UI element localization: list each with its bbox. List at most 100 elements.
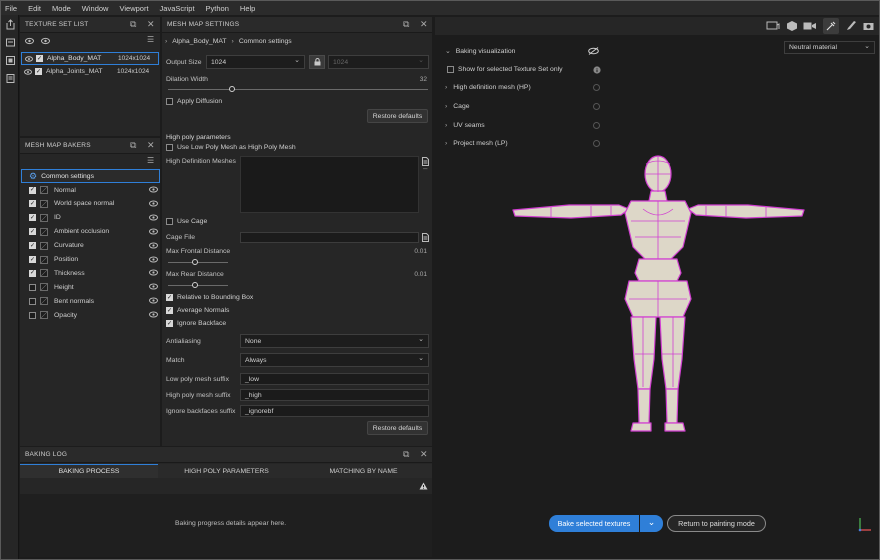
menu-window[interactable]: Window — [82, 4, 109, 13]
max-frontal-distance-value[interactable]: 0.01 — [401, 248, 427, 255]
relative-to-bbox-option[interactable]: ✓ Relative to Bounding Box — [166, 294, 253, 301]
file-icon[interactable] — [422, 233, 429, 242]
radio-icon[interactable] — [593, 140, 600, 147]
radio-icon[interactable] — [593, 122, 600, 129]
undock-icon[interactable]: ⧉ — [130, 19, 137, 30]
bake-options-dropdown[interactable]: ⌄ — [640, 515, 663, 532]
eye-icon[interactable] — [25, 56, 33, 62]
eye-icon[interactable] — [149, 228, 158, 235]
antialiasing-select[interactable]: None ⌄ — [240, 334, 429, 348]
material-select[interactable]: Neutral material ⌄ — [784, 41, 875, 54]
undock-icon[interactable]: ⧉ — [403, 19, 410, 30]
tab-baking-process[interactable]: BAKING PROCESS — [20, 464, 158, 478]
menu-file[interactable]: File — [5, 4, 17, 13]
cage-section[interactable]: › Cage — [445, 103, 470, 110]
radio-icon[interactable] — [593, 84, 600, 91]
brush-icon[interactable] — [846, 20, 857, 31]
menu-viewport[interactable]: Viewport — [119, 4, 148, 13]
restore-defaults-button[interactable]: Restore defaults — [367, 109, 428, 123]
return-to-painting-button[interactable]: Return to painting mode — [667, 515, 766, 532]
checkbox[interactable] — [166, 98, 173, 105]
checkbox[interactable]: ✓ — [166, 294, 173, 301]
radio-icon[interactable] — [593, 103, 600, 110]
lock-button[interactable] — [309, 55, 325, 69]
ignore-backfaces-suffix-field[interactable]: _ignorebf — [240, 405, 429, 417]
shelf-icon[interactable] — [1, 33, 19, 51]
eye-icon[interactable] — [149, 186, 158, 193]
match-select[interactable]: Always ⌄ — [240, 353, 429, 367]
checkbox[interactable]: ✓ — [166, 320, 173, 327]
uv-seams-section[interactable]: › UV seams — [445, 122, 485, 129]
max-rear-distance-value[interactable]: 0.01 — [401, 271, 427, 278]
menu-javascript[interactable]: JavaScript — [160, 4, 195, 13]
close-icon[interactable]: ✕ — [147, 19, 155, 30]
max-rear-distance-slider[interactable] — [168, 285, 228, 286]
layers-icon[interactable] — [1, 51, 19, 69]
dilation-width-slider[interactable] — [168, 89, 428, 90]
baker-item-opacity[interactable]: Opacity — [22, 308, 161, 322]
output-size-select[interactable]: 1024 ⌄ — [206, 55, 305, 69]
eye-icon[interactable] — [149, 297, 158, 304]
eye-icon[interactable] — [149, 214, 158, 221]
apply-diffusion-option[interactable]: Apply Diffusion — [166, 98, 222, 105]
mannequin-model[interactable] — [511, 149, 806, 434]
warning-icon[interactable] — [419, 482, 428, 490]
close-icon[interactable]: ✕ — [420, 19, 428, 30]
checkbox[interactable]: ✓ — [29, 186, 36, 194]
info-icon[interactable] — [593, 66, 601, 74]
baker-item-ambient-occlusion[interactable]: ✓ Ambient occlusion — [22, 225, 161, 239]
restore-defaults-button-2[interactable]: Restore defaults — [367, 421, 428, 435]
eye-icon[interactable] — [149, 283, 158, 290]
baker-item-bent-normals[interactable]: Bent normals — [22, 294, 161, 308]
checkbox[interactable]: ✓ — [36, 55, 43, 62]
ignore-backface-option[interactable]: ✓ Ignore Backface — [166, 320, 226, 327]
output-size-locked-select[interactable]: 1024 ⌄ — [328, 55, 429, 69]
common-settings-item[interactable]: ⚙ Common settings — [21, 169, 160, 183]
menu-help[interactable]: Help — [240, 4, 255, 13]
breadcrumb-item[interactable]: Alpha_Body_MAT — [172, 38, 226, 45]
high-poly-suffix-field[interactable]: _high — [240, 389, 429, 401]
hd-meshes-list[interactable] — [240, 156, 419, 213]
high-definition-mesh-section[interactable]: › High definition mesh (HP) — [445, 84, 531, 91]
eye-icon[interactable] — [149, 311, 158, 318]
baker-item-world-space-normal[interactable]: ✓ World space normal — [22, 197, 161, 211]
max-rear-distance-slider-handle[interactable] — [192, 282, 198, 288]
checkbox[interactable]: ✓ — [29, 214, 36, 222]
visibility-icon[interactable] — [25, 37, 34, 45]
checkbox[interactable]: ✓ — [29, 228, 36, 236]
menu-python[interactable]: Python — [206, 4, 229, 13]
bake-selected-textures-button[interactable]: Bake selected textures — [549, 515, 639, 532]
use-low-poly-option[interactable]: Use Low Poly Mesh as High Poly Mesh — [166, 144, 296, 151]
low-poly-suffix-field[interactable]: _low — [240, 373, 429, 385]
dilation-width-slider-handle[interactable] — [229, 86, 235, 92]
checkbox[interactable] — [166, 218, 173, 225]
menu-edit[interactable]: Edit — [28, 4, 41, 13]
checkbox[interactable] — [166, 144, 173, 151]
eye-icon[interactable] — [24, 69, 32, 75]
screenshot-camera-icon[interactable] — [863, 21, 875, 31]
dilation-width-value[interactable]: 32 — [401, 76, 427, 83]
visibility-toggle-icon[interactable] — [41, 37, 50, 45]
checkbox[interactable]: ✓ — [29, 269, 36, 277]
eye-icon[interactable] — [149, 269, 158, 276]
video-camera-icon[interactable] — [803, 21, 817, 31]
menu-mode[interactable]: Mode — [52, 4, 71, 13]
eye-off-icon[interactable] — [588, 47, 599, 55]
project-mesh-section[interactable]: › Project mesh (LP) — [445, 140, 508, 147]
baker-item-height[interactable]: Height — [22, 280, 161, 294]
close-icon[interactable]: ✕ — [147, 140, 155, 151]
cage-file-field[interactable] — [240, 232, 419, 243]
checkbox[interactable]: ✓ — [29, 242, 36, 250]
show-for-selected-option[interactable]: Show for selected Texture Set only — [447, 66, 563, 73]
export-icon[interactable] — [1, 15, 19, 33]
max-frontal-distance-slider-handle[interactable] — [192, 259, 198, 265]
undock-icon[interactable]: ⧉ — [130, 140, 137, 151]
average-normals-option[interactable]: ✓ Average Normals — [166, 307, 229, 314]
baker-item-normal[interactable]: ✓ Normal — [22, 183, 161, 197]
baker-item-thickness[interactable]: ✓ Thickness — [22, 266, 161, 280]
close-icon[interactable]: ✕ — [420, 449, 428, 460]
texture-set-item[interactable]: ✓ Alpha_Body_MAT 1024x1024 — [21, 52, 159, 65]
eye-icon[interactable] — [149, 200, 158, 207]
baking-visualization-section[interactable]: ⌄ Baking visualization — [445, 47, 515, 56]
checkbox[interactable] — [447, 66, 454, 73]
